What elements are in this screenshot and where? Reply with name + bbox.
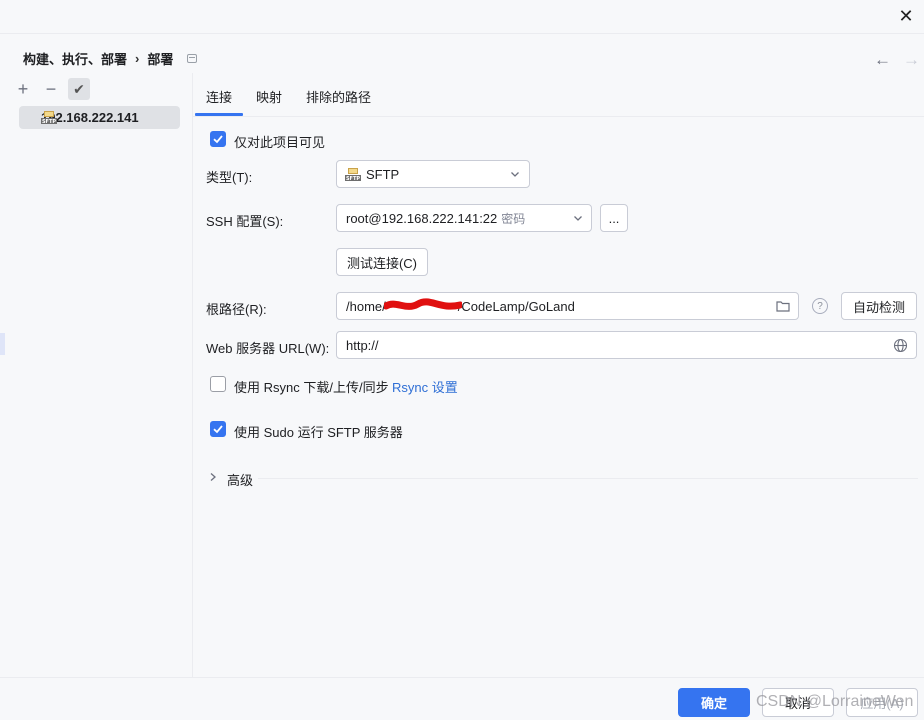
test-connection-button[interactable]: 测试连接(C) [336,248,428,276]
checkmark-icon [213,425,223,434]
sftp-icon: SFTP [41,111,57,124]
chevron-down-icon [574,216,582,221]
tab-bar: 连接 映射 排除的路径 [193,73,924,117]
root-path-suffix: /CodeLamp/GoLand [457,298,575,314]
open-in-browser-globe-icon[interactable] [893,338,908,353]
rsync-label: 使用 Rsync 下载/上传/同步 [234,380,389,395]
title-bar [0,0,924,34]
history-navigation: ← → [874,50,920,70]
rsync-checkbox[interactable] [210,376,226,392]
sudo-checkbox[interactable] [210,421,226,437]
remove-server-icon[interactable]: − [40,78,62,100]
chevron-down-icon [511,172,519,177]
ssh-config-label: SSH 配置(S): [206,214,284,229]
type-select-value: SFTP [366,166,400,182]
breadcrumb-current: 部署 [147,52,174,67]
breadcrumb: 构建、执行、部署 › 部署 [23,49,198,68]
web-url-value: http:// [346,337,379,353]
type-select[interactable]: SFTP [336,160,530,188]
back-arrow-icon[interactable]: ← [874,50,891,70]
type-label: 类型(T): [206,170,253,185]
panel-divider [192,73,193,677]
rsync-settings-link[interactable]: Rsync 设置 [392,377,458,396]
add-server-icon[interactable]: + [12,78,34,100]
redaction-scribble [383,298,462,310]
ssh-auth-hint: 密码 [501,211,526,226]
web-url-label: Web 服务器 URL(W): [206,341,330,356]
ssh-config-select[interactable]: root@192.168.222.141:22 密码 [336,204,592,232]
root-path-input[interactable]: /home/ /CodeLamp/GoLand [336,292,799,320]
ssh-config-more-button[interactable]: ... [600,204,628,232]
tab-connection[interactable]: 连接 [206,87,232,106]
browse-folder-icon[interactable] [776,300,790,312]
redacted-path-segment [383,298,462,311]
splitter-handle[interactable] [0,333,5,355]
active-tab-indicator [195,113,243,116]
svg-text:SFTP: SFTP [42,119,56,124]
chevron-right-icon[interactable] [209,472,217,482]
advanced-section-toggle[interactable]: 高级 [227,470,253,489]
ssh-config-value: root@192.168.222.141:22 [346,210,498,226]
tab-excluded-paths[interactable]: 排除的路径 [306,87,371,106]
watermark: CSDN @LorraineWen [756,693,914,710]
help-icon[interactable]: ? [812,298,828,314]
ok-button[interactable]: 确定 [678,688,750,717]
visible-only-this-project-checkbox[interactable] [210,131,226,147]
auto-detect-button[interactable]: 自动检测 [841,292,917,320]
window-pin-icon[interactable] [187,54,198,63]
root-path-prefix: /home/ [346,298,386,314]
server-list-toolbar: + − ✔ [12,78,90,100]
forward-arrow-icon[interactable]: → [903,50,920,70]
sftp-icon: SFTP [345,168,361,181]
set-default-server-icon[interactable]: ✔ [68,78,90,100]
root-path-label: 根路径(R): [206,302,267,317]
web-url-input[interactable]: http:// [336,331,917,359]
svg-text:SFTP: SFTP [346,176,360,181]
visible-only-this-project-label: 仅对此项目可见 [234,135,326,150]
breadcrumb-separator: › [135,51,140,66]
sudo-label: 使用 Sudo 运行 SFTP 服务器 [234,425,403,440]
breadcrumb-parent: 构建、执行、部署 [23,52,128,67]
close-icon[interactable]: ✕ [894,4,918,28]
checkmark-icon [213,135,223,144]
advanced-separator [258,478,918,479]
tab-mappings[interactable]: 映射 [256,87,282,106]
